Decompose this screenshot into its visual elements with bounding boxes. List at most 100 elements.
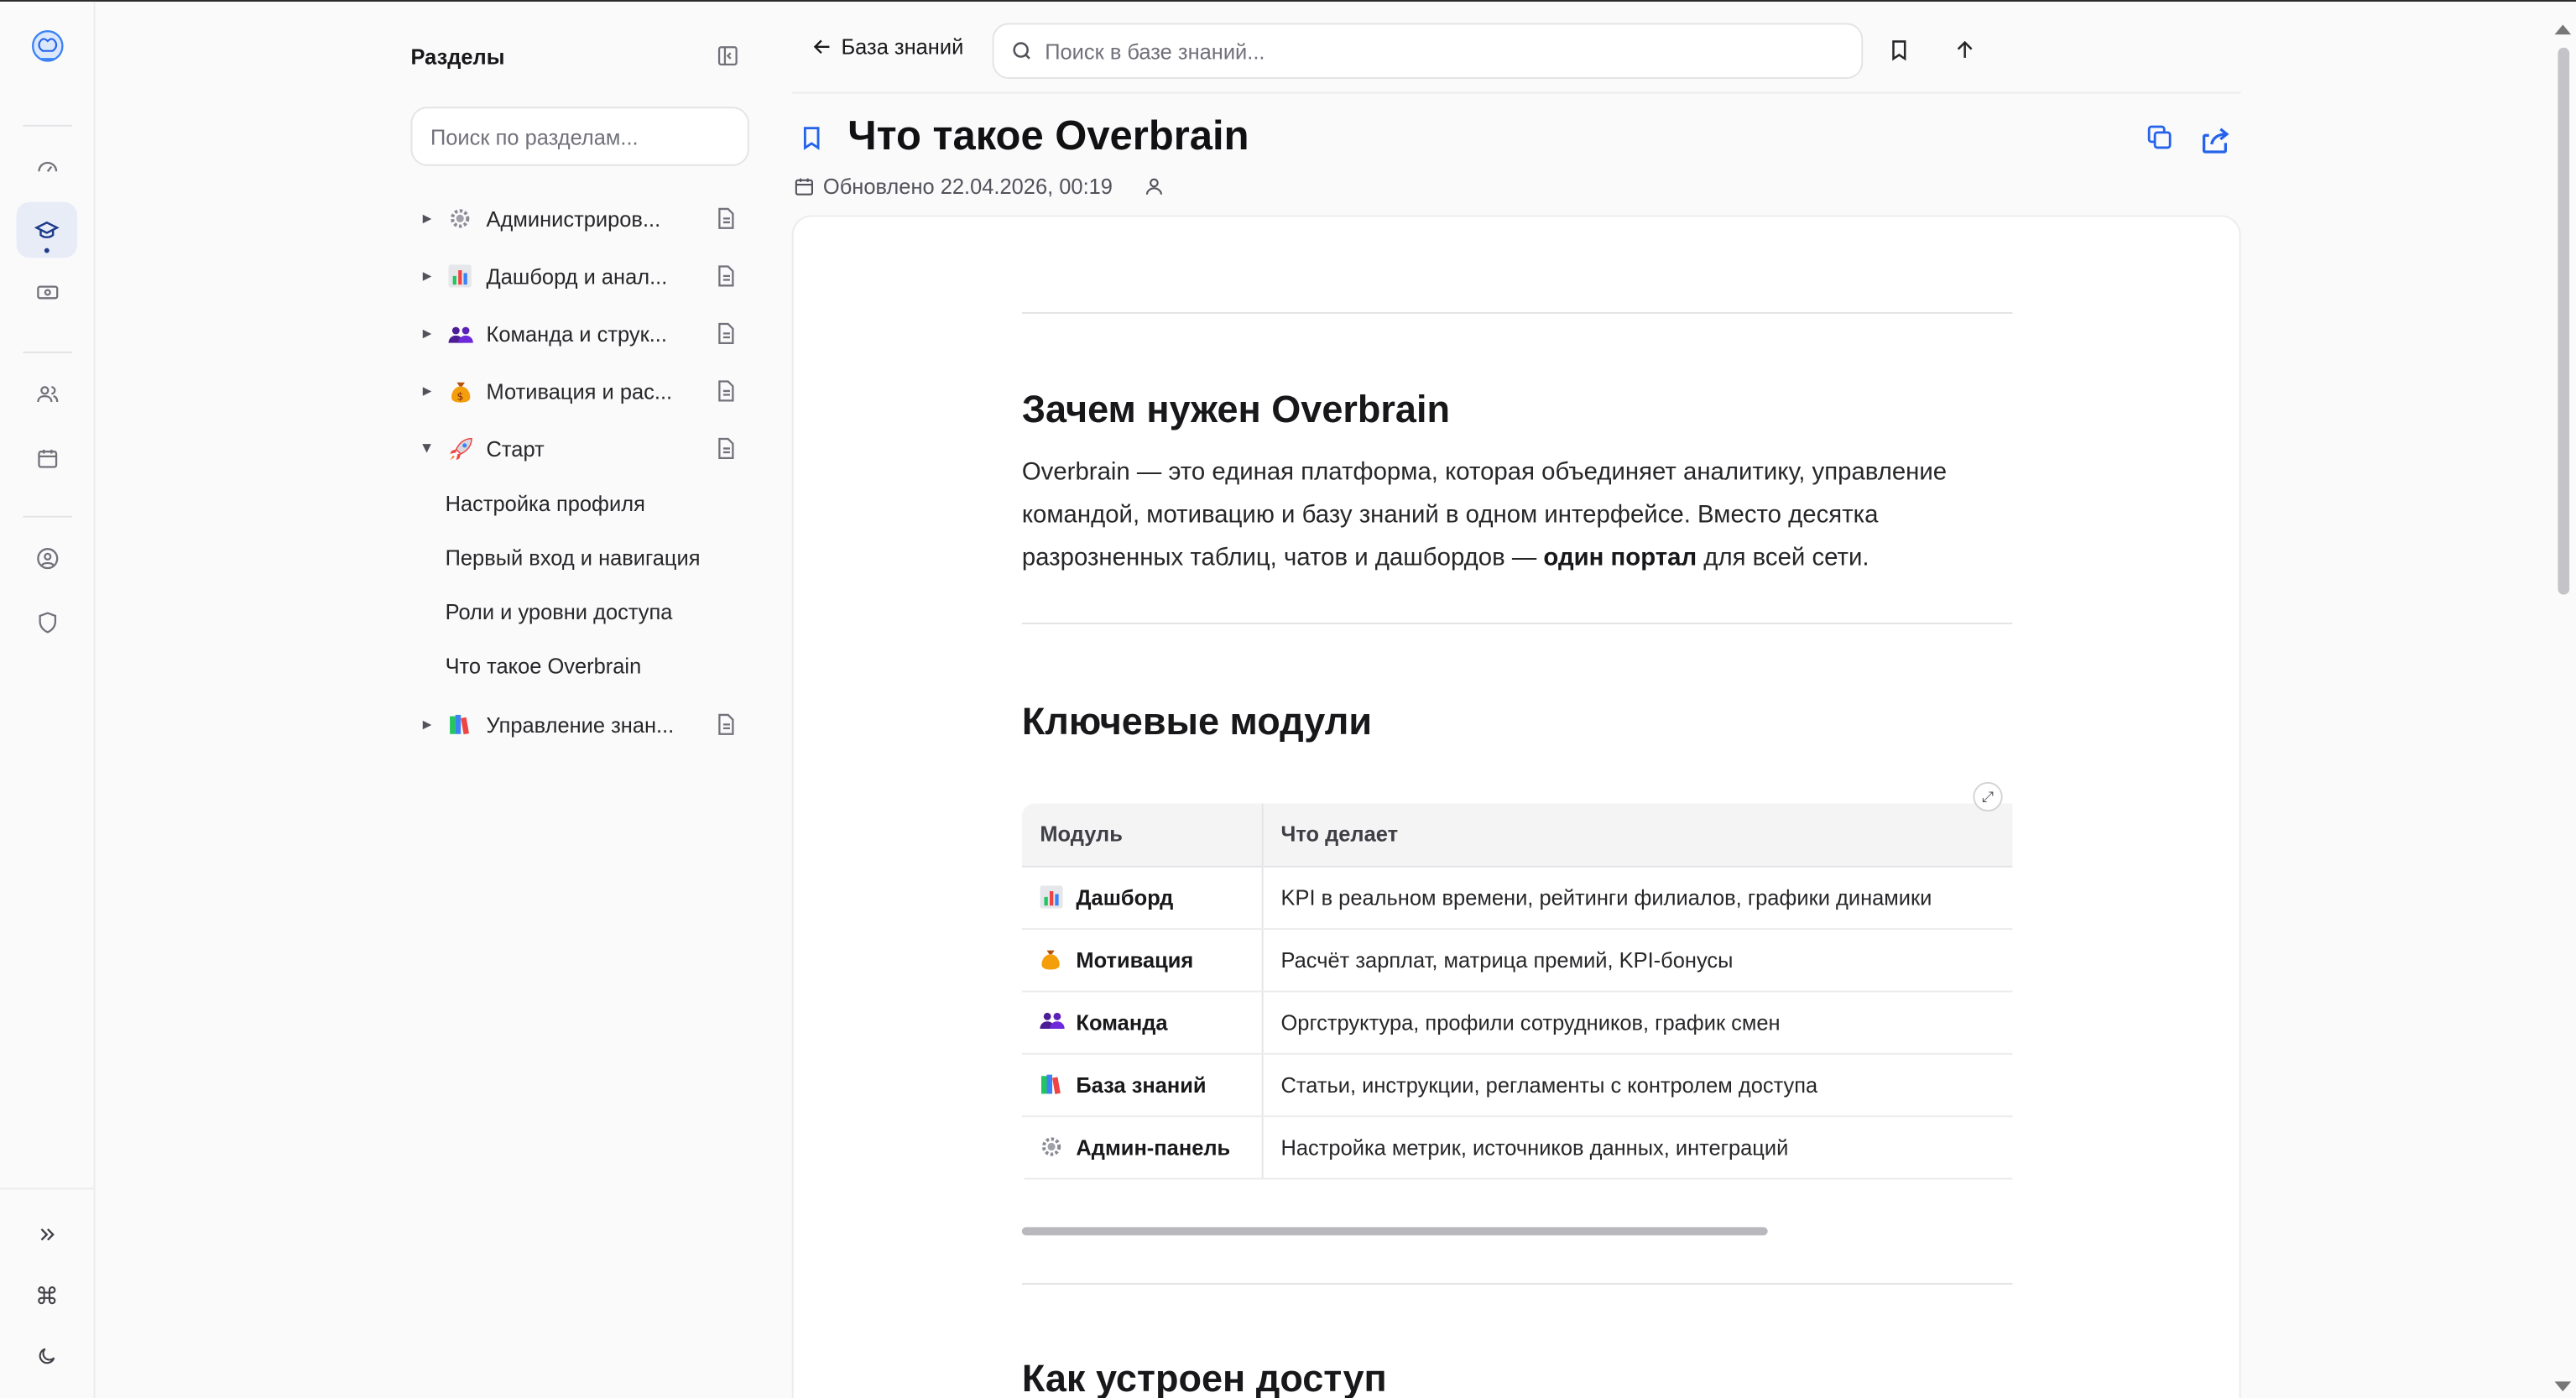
document-icon[interactable]	[717, 322, 739, 345]
caret-down-icon[interactable]: ▶	[420, 439, 434, 458]
updated-date: Обновлено 22.04.2026, 00:19	[822, 174, 1113, 199]
section-label: Управление знан...	[486, 712, 675, 738]
article-link-what-is-overbrain[interactable]: Что такое Overbrain	[446, 650, 642, 683]
expand-table-icon[interactable]: ⤢	[1973, 781, 2003, 812]
divider	[1021, 1282, 2013, 1285]
user-circle-icon	[35, 547, 58, 570]
rail-calendar-button[interactable]	[17, 430, 77, 487]
heading-why: Зачем нужен Overbrain	[1021, 388, 1450, 430]
section-item-dashboard[interactable]: ▶ Дашборд и анал...	[410, 256, 755, 295]
gear-icon	[447, 206, 473, 232]
document-icon[interactable]	[717, 264, 739, 287]
table-row: Админ-панель Настройка метрик, источнико…	[1021, 1115, 2013, 1179]
caret-right-icon[interactable]: ▶	[417, 327, 436, 341]
topbar: База знаний	[791, 2, 2241, 94]
bookmarks-icon[interactable]	[1888, 38, 1914, 64]
section-label: Дашборд и анал...	[486, 263, 668, 289]
rail-knowledge-button[interactable]	[16, 201, 78, 258]
caret-right-icon[interactable]: ▶	[417, 384, 436, 398]
page-title: Что такое Overbrain	[847, 113, 1249, 159]
caret-right-icon[interactable]: ▶	[417, 269, 436, 283]
table-horizontal-scrollbar[interactable]	[1021, 1227, 1768, 1236]
money-bag-icon	[1040, 947, 1066, 970]
knowledge-search-box[interactable]	[992, 23, 1864, 79]
rail-profile-button[interactable]	[17, 530, 77, 587]
app-window: Разделы ▶ Администриров... ▶ Дашборд и а…	[0, 0, 2576, 1398]
section-item-motivation[interactable]: ▶ $ Мотивация и рас...	[410, 371, 755, 410]
section-label: Администриров...	[486, 206, 661, 232]
page-scrollbar-thumb[interactable]	[2558, 47, 2570, 595]
divider	[1021, 311, 2013, 314]
column-header-description: Что делает	[1261, 803, 2013, 867]
graduation-cap-icon	[34, 217, 60, 242]
rail-dashboard-button[interactable]	[17, 139, 77, 196]
caret-right-icon[interactable]: ▶	[417, 718, 436, 731]
module-name: База знаний	[1076, 1072, 1207, 1097]
sections-title: Разделы	[410, 44, 505, 70]
intro-paragraph: Overbrain — это единая платформа, котора…	[1022, 451, 2015, 580]
money-bag-icon: $	[447, 378, 473, 404]
arrow-left-icon	[811, 36, 832, 57]
author-icon[interactable]	[1144, 175, 1165, 196]
table-row: Мотивация Расчёт зарплат, матрица премий…	[1021, 928, 2013, 992]
bar-chart-icon	[1040, 884, 1066, 908]
section-item-start[interactable]: ▶ Старт	[410, 429, 755, 468]
rail-theme-button[interactable]	[17, 1328, 77, 1384]
caret-right-icon[interactable]: ▶	[417, 212, 436, 226]
table-header-row: Модуль Что делает	[1021, 803, 2013, 867]
command-icon	[36, 1284, 57, 1305]
moon-icon	[36, 1344, 57, 1365]
copy-link-icon[interactable]	[2146, 123, 2175, 153]
document-icon[interactable]	[717, 437, 739, 460]
section-item-knowledge-mgmt[interactable]: ▶ Управление знан...	[410, 705, 755, 744]
gear-icon	[1040, 1135, 1066, 1157]
chevrons-right-icon	[36, 1223, 57, 1244]
section-label: Команда и струк...	[486, 321, 667, 347]
intro-text-2: для всей сети.	[1697, 543, 1869, 572]
calendar-icon	[794, 175, 815, 196]
article-link-first-login[interactable]: Первый вход и навигация	[446, 542, 701, 575]
rail-team-button[interactable]	[17, 367, 77, 423]
rail-divider	[23, 124, 73, 127]
people-icon	[1040, 1009, 1066, 1032]
rail-motivation-button[interactable]	[17, 264, 77, 321]
section-item-admin[interactable]: ▶ Администриров...	[410, 199, 755, 238]
sections-search-input[interactable]	[410, 107, 749, 166]
books-icon	[447, 712, 473, 738]
scroll-up-arrow-icon[interactable]	[2554, 24, 2572, 35]
rail-bottom-divider	[0, 1187, 96, 1190]
module-cell: База знаний	[1021, 1052, 1263, 1117]
article-link-profile-setup[interactable]: Настройка профиля	[446, 488, 645, 520]
active-indicator	[44, 248, 50, 253]
document-icon[interactable]	[717, 207, 739, 230]
back-to-knowledge-base-button[interactable]: База знаний	[811, 34, 963, 59]
module-name: Админ-панель	[1076, 1134, 1231, 1160]
search-icon	[1010, 39, 1033, 62]
scroll-down-arrow-icon[interactable]	[2554, 1381, 2572, 1392]
svg-text:$: $	[456, 389, 462, 401]
sidebar-collapse-icon[interactable]	[717, 44, 743, 70]
bookmark-article-icon[interactable]	[799, 123, 828, 153]
rail-admin-button[interactable]	[17, 595, 77, 651]
modules-table: Модуль Что делает Дашборд KPI в реальном…	[1021, 803, 2013, 1179]
article-link-roles[interactable]: Роли и уровни доступа	[446, 597, 673, 629]
rail-expand-button[interactable]	[17, 1206, 77, 1262]
arrow-up-icon[interactable]	[1953, 38, 1979, 64]
module-cell: Мотивация	[1021, 928, 1263, 992]
users-icon	[35, 383, 58, 405]
module-cell: Команда	[1021, 990, 1263, 1054]
article-card: Зачем нужен Overbrain Overbrain — это ед…	[791, 215, 2241, 1398]
share-icon[interactable]	[2200, 127, 2233, 156]
document-icon[interactable]	[717, 379, 739, 402]
document-icon[interactable]	[717, 713, 739, 736]
sections-sidebar: Разделы ▶ Администриров... ▶ Дашборд и а…	[388, 2, 775, 1398]
description-cell: Настройка метрик, источников данных, инт…	[1261, 1115, 2013, 1179]
rail-command-button[interactable]	[17, 1266, 77, 1322]
back-label: База знаний	[841, 34, 964, 60]
module-name: Мотивация	[1076, 947, 1194, 972]
modules-table-container[interactable]: Модуль Что делает Дашборд KPI в реальном…	[1021, 803, 2013, 1184]
section-label: Мотивация и рас...	[486, 378, 673, 404]
brain-logo-icon[interactable]	[28, 28, 67, 67]
section-item-team[interactable]: ▶ Команда и струк...	[410, 314, 755, 353]
knowledge-search-input[interactable]	[1045, 39, 1834, 64]
